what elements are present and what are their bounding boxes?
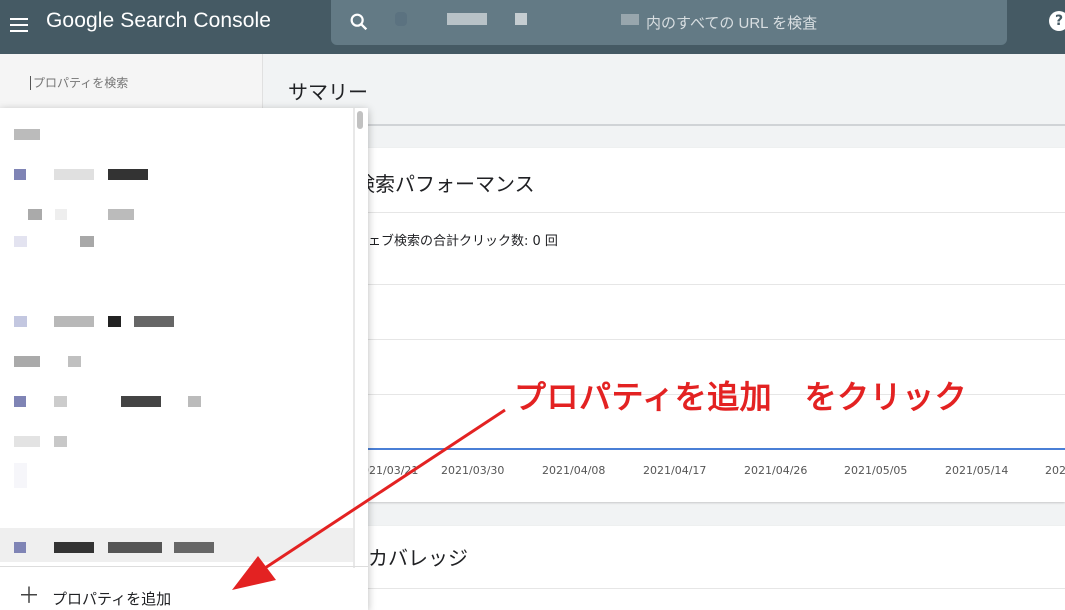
divider (355, 212, 1065, 213)
add-property-label: プロパティを追加 (52, 590, 172, 608)
app-logo[interactable]: Google Search Console (46, 9, 271, 33)
redacted-text (621, 14, 639, 25)
redacted-text (134, 316, 174, 327)
x-tick-label: 202 (1045, 464, 1065, 477)
selected-property-row[interactable] (0, 528, 353, 562)
search-icon[interactable] (348, 11, 370, 33)
annotation-callout: プロパティを追加 をクリック (514, 378, 968, 416)
x-tick-label: 2021/05/14 (945, 464, 1009, 477)
redacted-text (54, 316, 94, 327)
chart-gridline (355, 339, 1065, 340)
search-placeholder: 内のすべての URL を検査 (646, 15, 818, 32)
property-icon (14, 236, 27, 247)
total-clicks-summary: ウェブ検索の合計クリック数: 0 回 (355, 234, 558, 249)
x-tick-label: 2021/05/05 (844, 464, 908, 477)
redacted-text (515, 13, 527, 25)
redacted-text (14, 129, 40, 140)
x-tick-label: 2021/03/30 (441, 464, 505, 477)
header-divider (263, 124, 1065, 126)
coverage-card[interactable]: カバレッジ (270, 526, 1065, 610)
redacted-text (174, 542, 214, 553)
divider (355, 588, 1065, 589)
redacted-text (188, 396, 201, 407)
dropdown-divider (0, 566, 368, 567)
performance-title: 検索パフォーマンス (355, 172, 535, 196)
page-title: サマリー (288, 80, 368, 104)
redacted-text (14, 436, 40, 447)
redacted-text (68, 356, 81, 367)
clicks-series-line (355, 448, 1065, 450)
chart-gridline (355, 284, 1065, 285)
redacted-text (14, 463, 27, 488)
x-tick-label: 2021/04/08 (542, 464, 606, 477)
redacted-text (395, 12, 407, 26)
redacted-text (28, 209, 42, 220)
redacted-text (121, 396, 161, 407)
property-search-input[interactable] (30, 76, 230, 90)
redacted-text (447, 13, 487, 25)
menu-icon[interactable] (8, 14, 32, 34)
redacted-text (54, 542, 94, 553)
redacted-text (54, 396, 67, 407)
plus-icon: ＋ (18, 584, 41, 609)
help-icon[interactable]: ? (1049, 11, 1065, 31)
x-tick-label: 2021/04/26 (744, 464, 808, 477)
chart-x-axis: 2021/03/21 2021/03/30 2021/04/08 2021/04… (270, 464, 1065, 480)
property-dropdown: ＋ プロパティを追加 (0, 108, 368, 610)
x-tick-label: 2021/04/17 (643, 464, 707, 477)
add-property-button[interactable]: ＋ プロパティを追加 (0, 584, 368, 610)
redacted-text (108, 209, 134, 220)
redacted-text (108, 316, 121, 327)
redacted-text (54, 436, 67, 447)
performance-card[interactable]: 検索パフォーマンス ウェブ検索の合計クリック数: 0 回 2021/03/21 … (270, 148, 1065, 502)
redacted-text (54, 169, 94, 180)
coverage-title: カバレッジ (368, 546, 468, 570)
property-icon (14, 396, 26, 407)
redacted-text (80, 236, 94, 247)
dropdown-scrollbar-track[interactable] (353, 108, 355, 568)
property-icon (14, 169, 26, 180)
property-icon (14, 542, 26, 553)
redacted-text (14, 356, 40, 367)
dropdown-scrollbar-thumb[interactable] (357, 111, 363, 129)
top-app-bar: Google Search Console 内のすべての URL を検査 ? (0, 0, 1065, 54)
property-icon (14, 316, 27, 327)
redacted-text (108, 542, 162, 553)
redacted-text (108, 169, 148, 180)
redacted-text (55, 209, 67, 220)
